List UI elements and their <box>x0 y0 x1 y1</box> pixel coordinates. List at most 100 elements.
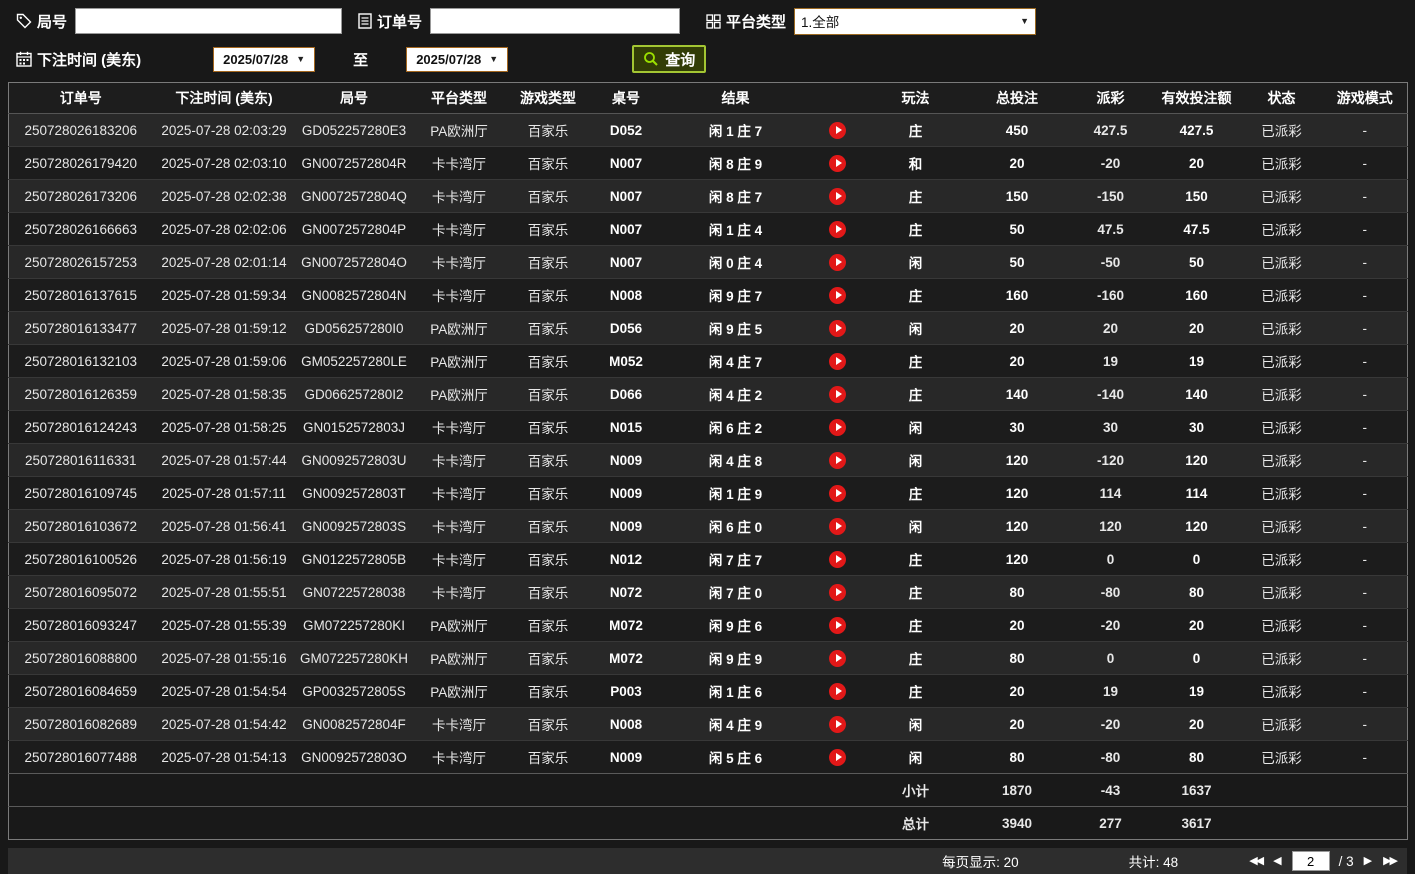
result-cell: 闲 9 庄 6 <box>661 608 810 642</box>
order-id-cell: 250728026173206 <box>8 179 153 213</box>
table-row: 250728016126359 2025-07-28 01:58:35 GD0662… <box>8 377 1408 411</box>
table-no-cell: N012 <box>590 542 662 576</box>
game-type-cell: 百家乐 <box>505 608 591 642</box>
replay-button[interactable] <box>829 616 846 634</box>
date-from-value: 2025/07/28 <box>223 51 289 67</box>
replay-button[interactable] <box>829 253 846 271</box>
replay-button[interactable] <box>829 583 846 601</box>
platform-cell: 卡卡湾厅 <box>412 509 506 543</box>
replay-button[interactable] <box>829 187 846 205</box>
replay-cell <box>809 344 866 378</box>
replay-button[interactable] <box>829 682 846 700</box>
play-type-cell: 庄 <box>865 476 966 510</box>
replay-cell <box>809 476 866 510</box>
table-no-cell: D056 <box>590 311 662 345</box>
order-id-cell: 250728016082689 <box>8 707 153 741</box>
play-icon <box>835 291 842 299</box>
total-bet-cell: 160 <box>965 278 1069 312</box>
footer-bar: 每页显示: 20 共计: 48 ◀◀ ◀ / 3 ▶ ▶▶ <box>8 848 1407 874</box>
total-bet-cell: 450 <box>1005 122 1029 138</box>
platform-cell: 卡卡湾厅 <box>412 146 506 180</box>
replay-button[interactable] <box>829 220 846 238</box>
col-header-status: 状态 <box>1240 82 1323 114</box>
replay-button[interactable] <box>829 121 846 139</box>
replay-button[interactable] <box>829 352 846 370</box>
table-no-cell: N072 <box>590 575 662 609</box>
query-button[interactable]: 查询 <box>632 45 707 73</box>
order-id-cell: 250728016109745 <box>8 476 153 510</box>
play-type-cell: 闲 <box>865 707 966 741</box>
bet-records-table: 订单号 下注时间 (美东) 局号 平台类型 游戏类型 桌号 结果 玩法 总投注 … <box>8 82 1408 840</box>
replay-button[interactable] <box>829 154 846 172</box>
play-icon <box>835 654 842 662</box>
table-row: 250728026157253 2025-07-28 02:01:14 GN0072… <box>8 245 1408 279</box>
game-mode-cell: - <box>1322 740 1408 774</box>
replay-cell <box>809 410 866 444</box>
first-page-button[interactable]: ◀◀ <box>1248 855 1264 867</box>
bet-time-cell: 2025-07-28 01:59:12 <box>152 311 296 345</box>
bet-time-cell: 2025-07-28 01:58:25 <box>152 410 296 444</box>
play-type-cell: 闲 <box>865 311 966 345</box>
table-no-cell: N008 <box>590 707 662 741</box>
status-cell: 已派彩 <box>1240 278 1323 312</box>
game-mode-cell: - <box>1322 245 1408 279</box>
order-input[interactable] <box>430 8 681 34</box>
date-from-picker[interactable]: 2025/07/28 ▼ <box>213 46 316 72</box>
page-input[interactable] <box>1291 851 1330 871</box>
replay-button[interactable] <box>829 451 846 469</box>
round-input[interactable] <box>75 8 343 34</box>
replay-button[interactable] <box>829 286 846 304</box>
col-header-table-no: 桌号 <box>590 82 662 114</box>
calendar-icon <box>16 51 32 67</box>
order-id-cell: 250728016100526 <box>8 542 153 576</box>
play-icon <box>835 192 842 200</box>
table-row: 250728016077488 2025-07-28 01:54:13 GN0092… <box>8 740 1408 774</box>
platform-select[interactable]: 1.全部 ▼ <box>794 7 1037 35</box>
platform-cell: 卡卡湾厅 <box>412 476 506 510</box>
table-no-cell: N009 <box>590 476 662 510</box>
order-id-cell: 250728026183206 <box>24 122 138 138</box>
payout-cell: 427.5 <box>1093 122 1128 138</box>
platform-cell: PA欧洲厅 <box>412 311 506 345</box>
subtotal-spacer <box>8 773 866 807</box>
play-icon <box>835 555 842 563</box>
chevron-down-icon: ▼ <box>296 54 306 64</box>
game-type-cell: 百家乐 <box>505 542 591 576</box>
replay-button[interactable] <box>829 319 846 337</box>
play-type-cell: 庄 <box>865 575 966 609</box>
bet-time-cell: 2025-07-28 01:59:06 <box>152 344 296 378</box>
table-no-cell: P003 <box>590 674 662 708</box>
replay-button[interactable] <box>829 517 846 535</box>
replay-button[interactable] <box>829 484 846 502</box>
replay-button[interactable] <box>829 550 846 568</box>
platform-filter-label: 平台类型 <box>726 13 787 31</box>
replay-button[interactable] <box>829 385 846 403</box>
round-filter-label: 局号 <box>37 13 68 31</box>
payout-cell: 47.5 <box>1068 212 1153 246</box>
replay-button[interactable] <box>829 715 846 733</box>
game-type-cell: 百家乐 <box>505 245 591 279</box>
total-bet-cell: 140 <box>965 377 1069 411</box>
round-id-cell: GM072257280KI <box>295 608 413 642</box>
bet-time-cell: 2025-07-28 01:57:11 <box>152 476 296 510</box>
replay-button[interactable] <box>829 649 846 667</box>
prev-page-button[interactable]: ◀ <box>1272 855 1282 867</box>
total-bet-cell: 120 <box>965 542 1069 576</box>
date-to-picker[interactable]: 2025/07/28 ▼ <box>406 46 509 72</box>
payout-cell: -80 <box>1068 740 1153 774</box>
result-cell: 闲 9 庄 5 <box>661 311 810 345</box>
play-icon <box>835 621 842 629</box>
result-cell: 闲 7 庄 0 <box>661 575 810 609</box>
play-type-cell: 庄 <box>865 344 966 378</box>
total-spacer <box>8 806 866 840</box>
order-id-cell: 250728026166663 <box>8 212 153 246</box>
total-bet-cell: 120 <box>965 509 1069 543</box>
last-page-button[interactable]: ▶▶ <box>1382 855 1398 867</box>
replay-button[interactable] <box>829 418 846 436</box>
replay-button[interactable] <box>829 748 846 766</box>
round-id-cell: GM072257280KH <box>295 641 413 675</box>
subtotal-spacer-right <box>1240 773 1408 807</box>
table-row: 250728016109745 2025-07-28 01:57:11 GN0092… <box>8 476 1408 510</box>
order-id-cell: 250728016095072 <box>8 575 153 609</box>
next-page-button[interactable]: ▶ <box>1363 855 1373 867</box>
